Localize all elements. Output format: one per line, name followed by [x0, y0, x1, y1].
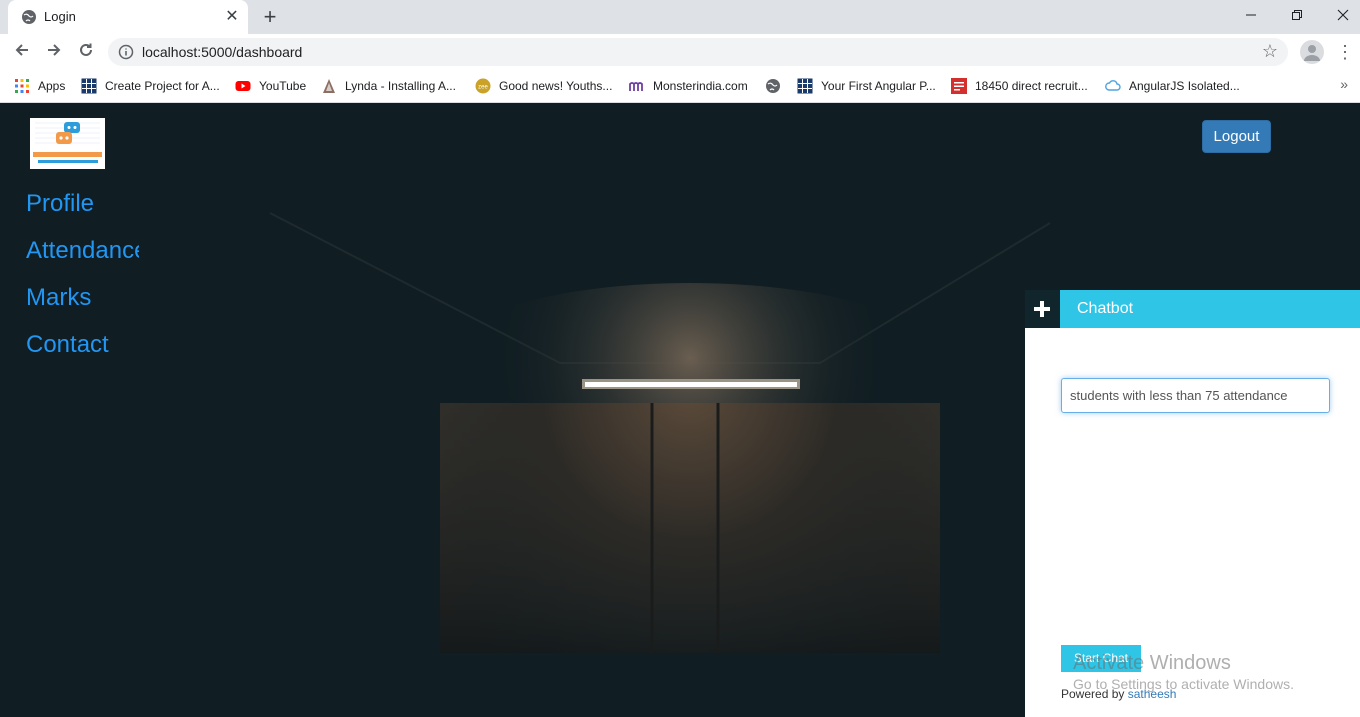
logout-button[interactable]: Logout — [1202, 120, 1271, 153]
bookmark-lynda[interactable]: Lynda - Installing A... — [321, 76, 456, 96]
tab-strip: Login ✕ + — [0, 0, 1360, 34]
bookmark-create-project[interactable]: Create Project for A... — [81, 76, 220, 96]
minimize-button[interactable] — [1228, 3, 1274, 29]
forward-button[interactable] — [42, 40, 66, 64]
browser-tab[interactable]: Login ✕ — [8, 0, 248, 34]
chat-expand-button[interactable] — [1025, 290, 1060, 328]
bookmark-label: Apps — [38, 79, 66, 93]
bookmark-label: 18450 direct recruit... — [975, 79, 1088, 93]
chatbot-header[interactable]: Chatbot — [1060, 290, 1360, 328]
bookmark-angular-project[interactable]: Your First Angular P... — [797, 76, 936, 96]
apps-grid-icon — [15, 79, 29, 93]
reload-icon — [80, 43, 92, 56]
back-button[interactable] — [10, 40, 34, 64]
toi-icon — [951, 78, 967, 94]
nav-contact-link[interactable]: Contact — [26, 331, 109, 359]
bookmark-direct-recruit[interactable]: 18450 direct recruit... — [951, 76, 1088, 96]
info-icon[interactable] — [118, 44, 134, 60]
browser-toolbar: localhost:5000/dashboard ☆ ⋮ — [0, 34, 1360, 70]
browser-menu-icon[interactable]: ⋮ — [1336, 40, 1354, 64]
lynda-icon — [323, 79, 335, 93]
restore-icon — [1292, 10, 1302, 20]
nav-attendance-link[interactable]: Attendance — [26, 237, 139, 265]
bookmark-label: AngularJS Isolated... — [1129, 79, 1240, 93]
dashboard-page: Profile Attendance Marks Contact Logout … — [0, 103, 1360, 717]
restore-button[interactable] — [1274, 3, 1320, 29]
bookmark-label: Good news! Youths... — [499, 79, 613, 93]
svg-text:zee: zee — [478, 85, 488, 91]
bookmark-good-news[interactable]: zee Good news! Youths... — [475, 76, 612, 96]
close-window-button[interactable] — [1320, 3, 1360, 29]
address-bar[interactable]: localhost:5000/dashboard ☆ — [108, 38, 1288, 66]
bookmark-label: Create Project for A... — [105, 79, 220, 93]
bookmark-globe[interactable] — [765, 76, 789, 96]
close-icon — [1337, 9, 1349, 21]
chat-message-input[interactable] — [1061, 378, 1330, 413]
bookmarks-overflow-icon[interactable]: » — [1340, 76, 1348, 92]
bookmark-angularjs[interactable]: AngularJS Isolated... — [1105, 76, 1240, 96]
grid-site-icon — [797, 78, 813, 94]
tab-close-icon[interactable]: ✕ — [222, 7, 242, 27]
youtube-icon — [235, 81, 251, 91]
reload-button[interactable] — [74, 40, 98, 64]
zee-icon: zee — [475, 78, 491, 94]
nav-profile-link[interactable]: Profile — [26, 190, 94, 218]
back-arrow-icon — [15, 44, 28, 56]
forward-arrow-icon — [48, 44, 61, 56]
bookmarks-bar: Apps Create Project for A... YouTube Lyn… — [0, 70, 1360, 103]
globe-icon — [22, 10, 36, 24]
bookmark-star-icon[interactable]: ☆ — [1262, 41, 1278, 62]
profile-avatar-icon[interactable] — [1300, 40, 1324, 64]
new-tab-button[interactable]: + — [258, 5, 282, 29]
minimize-icon — [1246, 14, 1256, 16]
globe-icon — [766, 79, 780, 93]
bookmark-apps[interactable]: Apps — [14, 76, 65, 96]
bookmark-label: Monsterindia.com — [653, 79, 748, 93]
bookmark-label: Lynda - Installing A... — [345, 79, 456, 93]
grid-site-icon — [81, 78, 97, 94]
bookmark-label: YouTube — [259, 79, 307, 93]
cloud-icon — [1105, 80, 1121, 91]
windows-activation-subtitle: Go to Settings to activate Windows. — [1073, 676, 1294, 692]
student-chatbot-logo — [30, 118, 105, 169]
url-text[interactable]: localhost:5000/dashboard — [142, 44, 302, 60]
windows-activation-title: Activate Windows — [1073, 652, 1231, 674]
bookmark-youtube[interactable]: YouTube — [235, 76, 306, 96]
chatbot-title: Chatbot — [1077, 300, 1134, 317]
tab-title: Login — [44, 9, 76, 24]
bookmark-monsterindia[interactable]: Monsterindia.com — [629, 76, 748, 96]
bookmark-label: Your First Angular P... — [821, 79, 936, 93]
monster-icon — [629, 82, 643, 91]
nav-marks-link[interactable]: Marks — [26, 284, 91, 312]
